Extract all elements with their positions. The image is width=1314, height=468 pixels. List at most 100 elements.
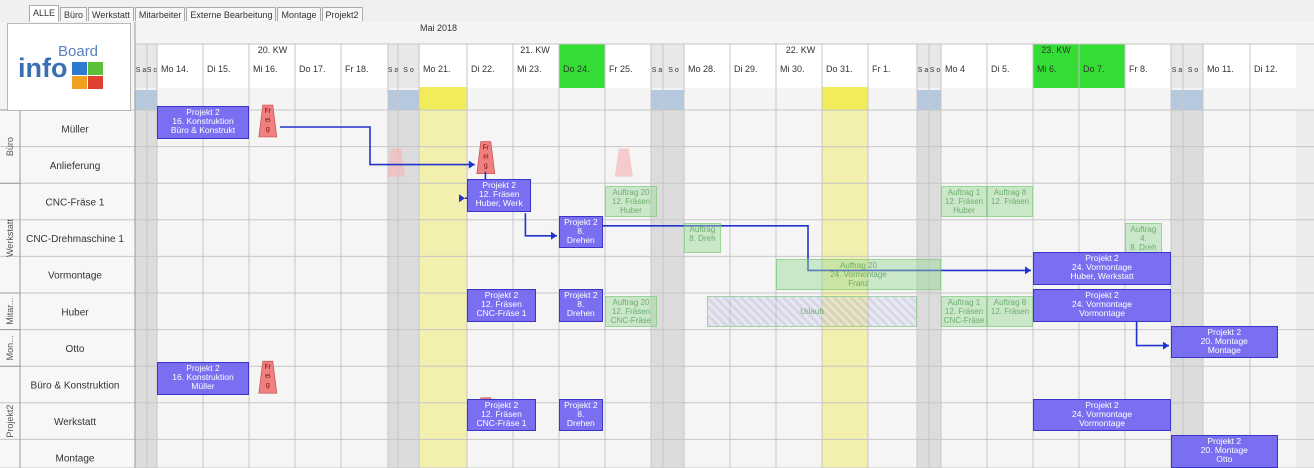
month-label: Mai 2018 [420,23,457,33]
resource-label[interactable]: Büro & Konstruktion [31,381,120,392]
day-column [203,110,249,468]
task-bar-text: Huber, Werkstatt [1070,271,1134,282]
week-label: 21. KW [520,45,550,55]
day-column [419,110,467,468]
inactive-task[interactable]: Auftrag 1 12. Fräsen CNC-Fräse [941,296,987,327]
task-bar[interactable]: Projekt 2 12. Fräsen CNC-Fräse 1 [467,289,536,322]
inactive-task[interactable]: Auftrag 1 12. Fräsen Huber [941,186,987,217]
inactive-task-text: Urlaub [800,307,824,316]
infoboard-logo-graphic: Board info [18,43,103,89]
week-label: 20. KW [258,45,288,55]
day-header-cell[interactable] [135,44,147,88]
day-column [663,110,684,468]
weekend-marker [135,90,147,110]
task-bar-text: Otto [1216,454,1233,465]
tab-projekt2[interactable]: Projekt2 [321,7,363,21]
day-label: Di 12. [1254,64,1278,74]
day-column [135,110,147,468]
inactive-task[interactable]: Auftrag 8. Dreh [684,222,721,254]
task-bar[interactable]: Projekt 2 8. Drehen [559,215,603,249]
resource-label[interactable]: CNC-Drehmaschine 1 [26,234,124,245]
milestone-text: ei [483,154,489,161]
day-header-cell[interactable] [917,44,929,88]
tab-externe-bearbeitung[interactable]: Externe Bearbeitung [186,7,277,21]
day-label: S a [652,67,663,74]
day-label: Mo 14. [161,64,189,74]
group-label: Mon... [5,335,15,360]
day-label: Mi 30. [780,64,805,74]
resource-label[interactable]: Montage [56,454,95,465]
day-label: S a [136,67,147,74]
day-label: Di 29. [734,64,758,74]
tab-werkstatt[interactable]: Werkstatt [88,7,134,21]
milestone-text: ei [265,117,271,124]
inactive-task[interactable]: Auftrag 8 12. Fräsen [987,186,1033,217]
inactive-task[interactable]: Auftrag 8 12. Fräsen [987,296,1033,327]
tab-mitarbeiter[interactable]: Mitarbeiter [134,7,186,21]
day-header-cell[interactable] [388,44,398,88]
task-bar[interactable]: Projekt 2 12. Fräsen Huber, Werk [467,179,532,212]
day-header-cell[interactable] [1171,44,1183,88]
inactive-task-text: Auftrag [1130,224,1157,234]
resource-label[interactable]: Anlieferung [50,161,101,172]
day-header-cell[interactable] [398,44,419,88]
inactive-task-text: 12. Fräsen [990,197,1030,207]
task-bar[interactable]: Projekt 2 24. Vormontage Huber, Werkstatt [1033,252,1171,285]
day-label: Mo 11. [1207,64,1234,74]
task-bar[interactable]: Projekt 2 24. Vormontage Vormontage [1033,289,1171,322]
group-label: Büro [5,137,15,156]
day-label: Mo 21. [423,64,451,74]
resource-label[interactable]: Huber [61,307,89,318]
task-bar[interactable]: Projekt 2 8. Drehen [559,398,603,432]
inactive-task-text: CNC-Fräse [610,316,652,325]
day-label: S a [918,67,929,74]
task-bar-text: Huber, Werk [475,198,523,209]
resource-label[interactable]: Müller [61,124,89,135]
day-column [684,110,730,468]
inactive-task[interactable]: Auftrag 20 24. Vormontage Franz [776,259,941,290]
inactive-task[interactable]: Auftrag 4. 8. Dreh [1125,222,1162,254]
task-bar[interactable]: Projekt 2 24. Vormontage Vormontage [1033,398,1171,432]
inactive-task-text: 8. Dreh [689,233,716,243]
logo-tile-red [88,76,103,89]
inactive-task-text: Auftrag 1 [947,298,981,307]
task-bar[interactable]: Projekt 2 20. Montage Montage [1171,325,1278,359]
task-bar[interactable]: Projekt 2 8. Drehen [559,289,603,322]
day-header-cell[interactable] [1183,44,1203,88]
day-column [941,110,987,468]
day-label: S o [668,67,679,74]
resource-label[interactable]: Vormontage [48,271,102,282]
resource-label[interactable]: CNC-Fräse 1 [46,198,105,209]
logo-tile-orange [72,76,87,89]
day-column [651,110,663,468]
inactive-task[interactable]: Auftrag 20 12. Fräsen CNC-Fräse [605,296,657,327]
task-bar[interactable]: Projekt 2 12. Fräsen CNC-Fräse 1 [467,398,536,432]
task-bar[interactable]: Projekt 2 20. Montage Otto [1171,435,1278,468]
day-header-cell[interactable] [929,44,941,88]
week-label: 22. KW [786,45,816,55]
weekend-marker [663,90,684,110]
weekend-marker [1171,90,1183,110]
task-bar[interactable]: Projekt 2 16. Konstruktion Büro & Konstruk… [157,106,249,139]
infoboard-logo: Board info [7,23,131,111]
day-header-cell[interactable] [147,44,157,88]
tab-alle[interactable]: ALLE [29,5,60,22]
day-label: Di 22. [471,64,495,74]
resource-label[interactable]: Otto [66,344,85,355]
absence-bar[interactable]: Urlaub [707,296,917,327]
milestone-text: Fr [264,364,271,371]
weekend-marker [929,90,941,110]
day-header-cell[interactable] [663,44,684,88]
inactive-task-text: 12. Fräsen [611,197,651,207]
day-column [1250,110,1296,468]
day-label: S o [1188,67,1199,74]
day-column [295,110,341,468]
task-bar-text: CNC-Fräse 1 [476,308,527,318]
task-bar[interactable]: Projekt 2 16. Konstruktion Müller [157,362,249,395]
milestone-text: Fr [482,145,489,152]
day-header-cell[interactable] [651,44,663,88]
tab-büro[interactable]: Büro [60,7,88,21]
inactive-task[interactable]: Auftrag 20 12. Fräsen Huber [605,186,657,217]
resource-label[interactable]: Werkstatt [54,417,96,428]
tab-montage[interactable]: Montage [277,7,321,21]
